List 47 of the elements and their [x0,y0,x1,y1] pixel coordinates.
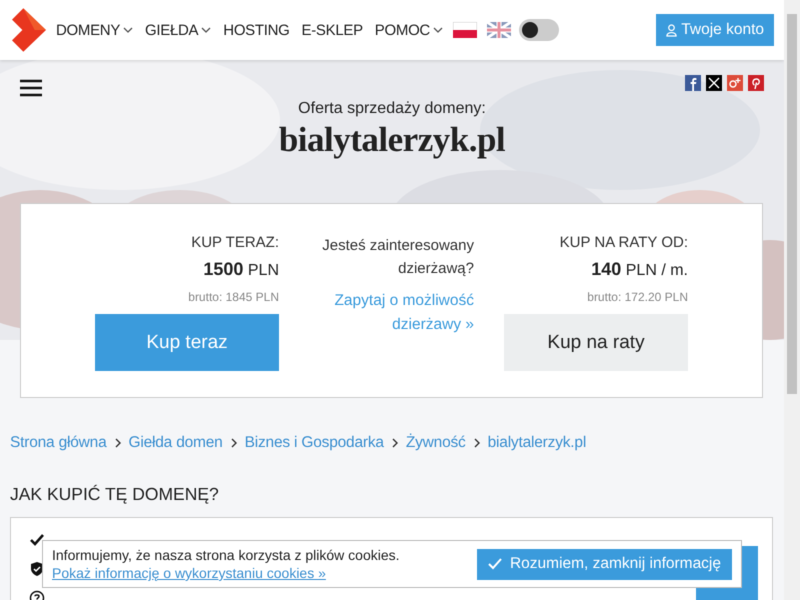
installments-label: KUP NA RATY OD: [560,234,688,251]
nav-item[interactable]: HOSTING [223,22,290,38]
gross-price: brutto: 1845 PLN [188,290,279,304]
nav-item[interactable]: POMOC [374,22,443,38]
account-button[interactable]: Twoje konto [656,14,774,46]
user-icon [666,24,678,36]
check-icon [488,558,502,570]
chevron-icon [114,438,120,448]
chevron-icon [474,438,480,448]
gross-price: brutto: 172.20 PLN [587,290,688,304]
x-icon[interactable] [706,75,722,91]
lease-link[interactable]: Zapytaj o możliwość dzierżawy » [309,288,474,337]
breadcrumb-link[interactable]: Żywność [406,434,466,452]
section-heading: JAK KUPIĆ TĘ DOMENĘ? [10,484,219,505]
nav-item[interactable]: DOMENY [56,22,134,38]
scrollbar[interactable] [784,0,800,600]
lease-question: Jesteś zainteresowany dzierżawą? [321,236,474,280]
installments-button[interactable]: Kup na raty [504,314,688,371]
dark-mode-toggle[interactable] [518,19,559,41]
british-flag-icon[interactable] [486,22,511,38]
chevron-icon [392,438,398,448]
nav-item[interactable]: E-SKLEP [302,22,363,38]
chevron-down-icon [201,27,212,33]
chevron-down-icon [432,27,443,33]
buy-now-label: KUP TERAZ: [191,234,279,251]
breadcrumb-link[interactable]: Giełda domen [128,434,223,452]
breadcrumb-link[interactable]: Strona główna [10,434,106,452]
cookie-info-link[interactable]: Pokaż informację o wykorzystaniu cookies » [52,565,400,581]
pinterest-icon[interactable] [748,75,764,91]
google-plus-icon[interactable] [727,75,743,91]
nav-item[interactable]: GIEŁDA [145,22,212,38]
buy-now-price: 1500 PLN [203,259,279,280]
hero-subtitle: Oferta sprzedaży domeny: [298,100,486,118]
logo-icon[interactable] [12,7,46,53]
facebook-icon[interactable] [685,75,701,91]
domain-name: bialytalerzyk.pl [278,120,506,160]
accept-cookies-button[interactable]: Rozumiem, zamknij informację [476,548,732,580]
breadcrumb-link[interactable]: Biznes i Gospodarka [244,434,384,452]
breadcrumb-link[interactable]: bialytalerzyk.pl [488,434,586,452]
installments-price: 140 PLN / m. [591,259,688,280]
check-icon [29,532,45,548]
cookie-message: Informujemy, że nasza strona korzysta z plików cookies. [52,547,400,563]
menu-icon[interactable] [20,79,42,97]
polish-flag-icon[interactable] [452,22,477,38]
chevron-down-icon [123,27,134,33]
chevron-icon [230,438,237,448]
buy-now-button[interactable]: Kup teraz [95,314,279,371]
